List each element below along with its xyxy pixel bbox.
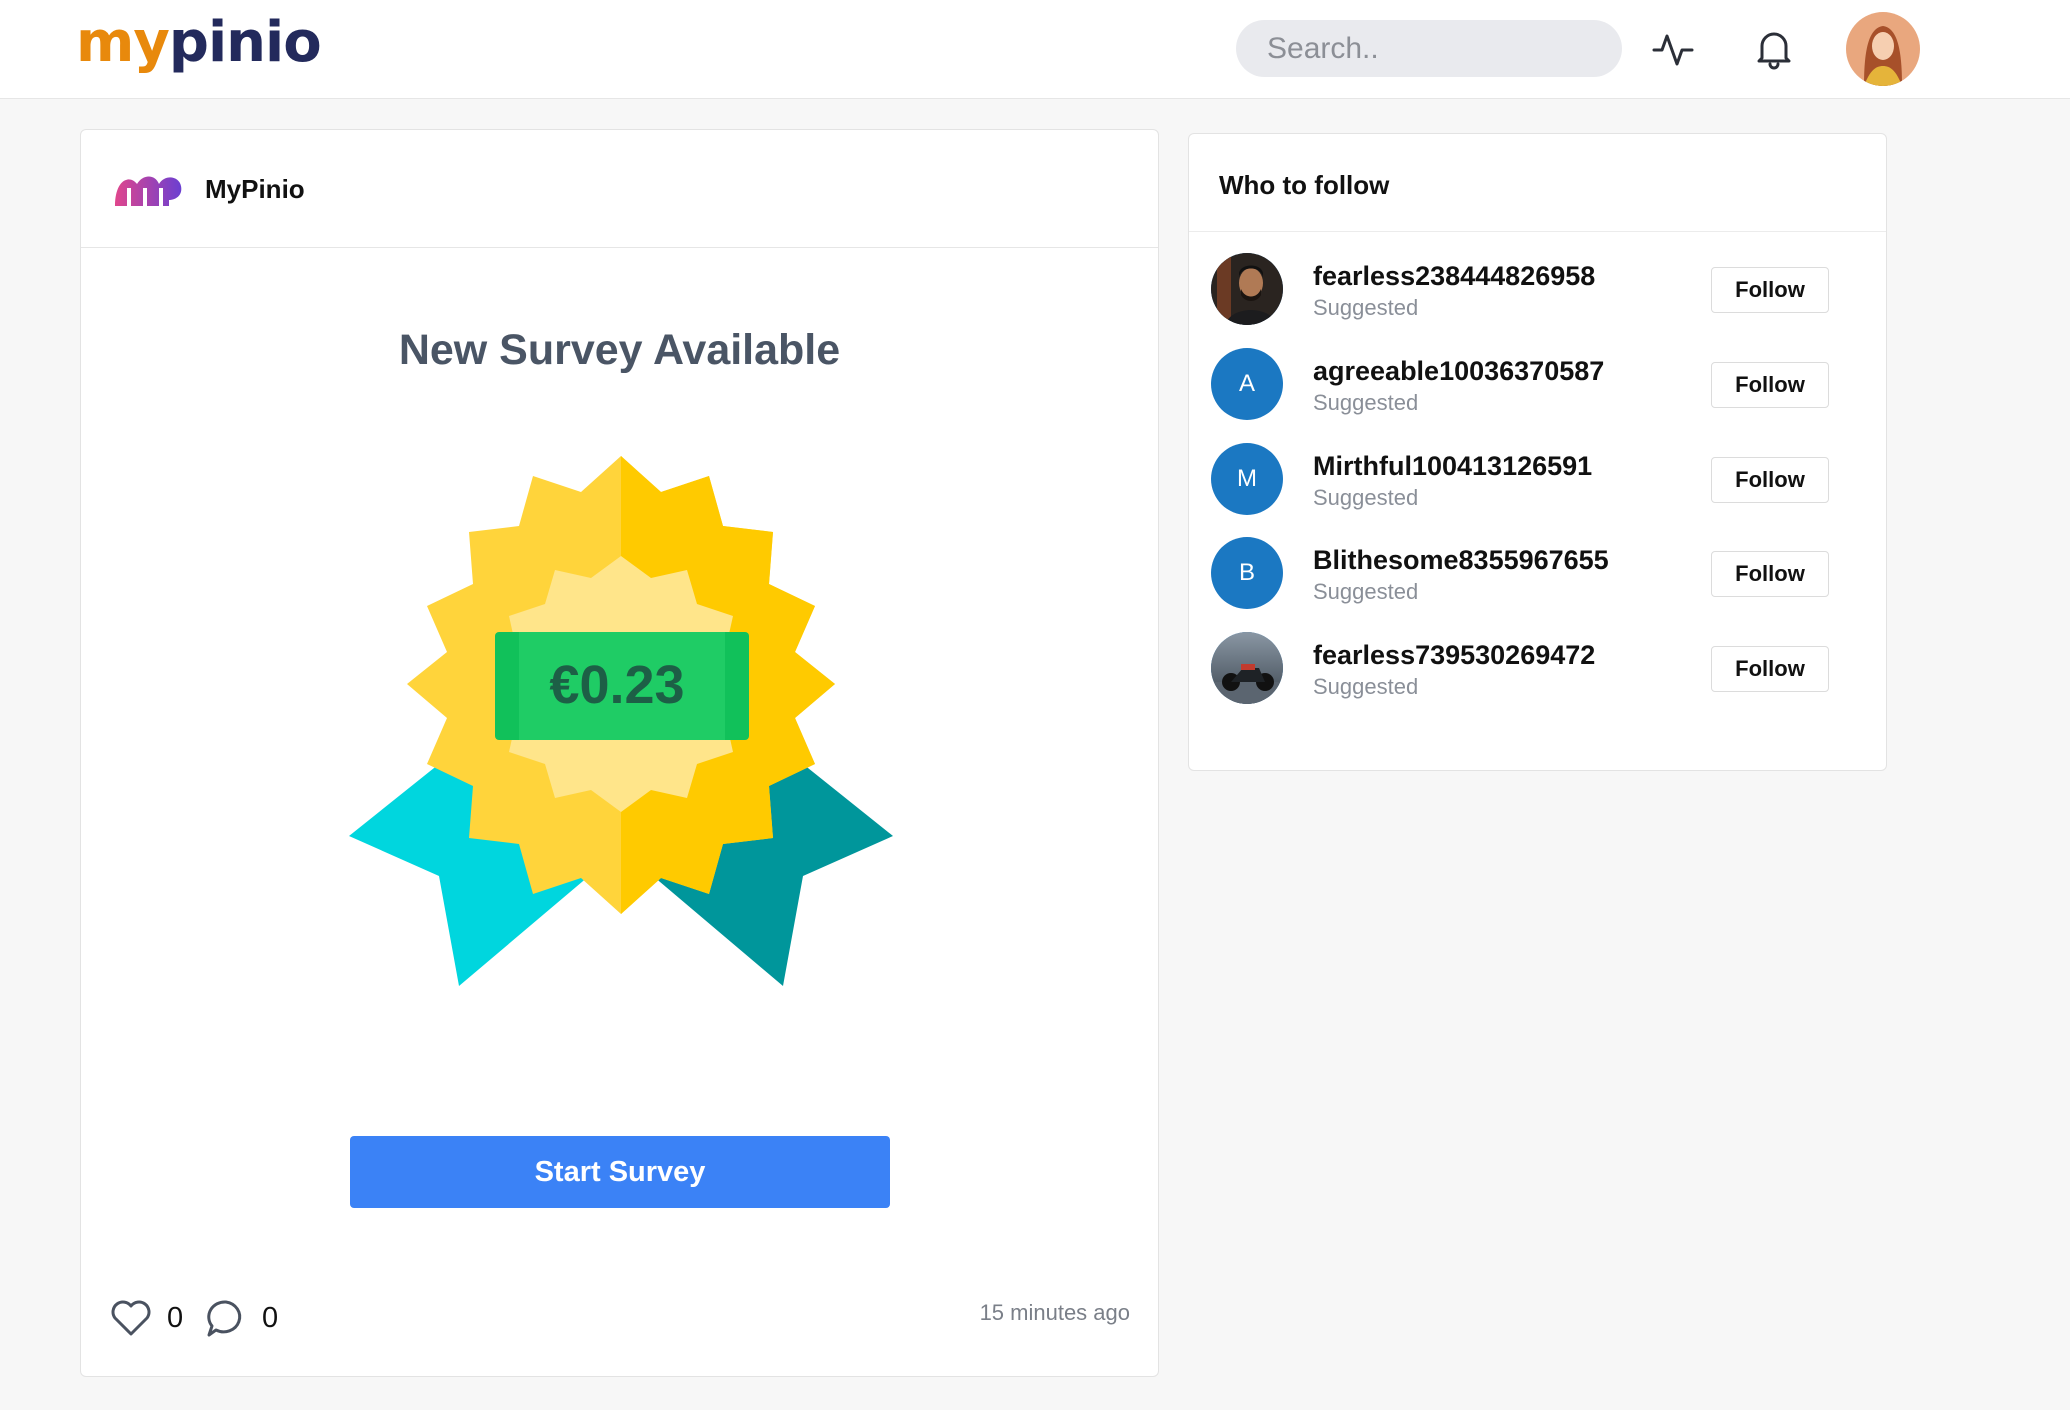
logo-text-my: my [76,10,170,75]
user-avatar[interactable]: B [1211,537,1283,609]
follow-button[interactable]: Follow [1711,551,1829,597]
post-timestamp: 15 minutes ago [979,1300,1130,1325]
follow-username[interactable]: Blithesome8355967655 [1313,545,1609,576]
follow-suggestion-item: A agreeable10036370587 Suggested Follow [1189,348,1886,420]
reward-badge-illustration [349,456,893,986]
follow-username[interactable]: agreeable10036370587 [1313,356,1604,387]
follow-username[interactable]: Mirthful100413126591 [1313,451,1592,482]
comment-count: 0 [262,1301,279,1334]
user-avatar[interactable] [1211,632,1283,704]
post-author[interactable]: MyPinio [205,174,305,205]
logo-text-pinio: pinio [168,10,322,75]
user-avatar[interactable] [1846,12,1920,86]
comment-action[interactable]: 0 [204,1296,278,1340]
activity-icon[interactable] [1648,24,1698,74]
user-avatar[interactable] [1211,253,1283,325]
post-header: MyPinio [81,130,1158,248]
survey-title: New Survey Available [398,326,841,374]
who-to-follow-header: Who to follow [1189,134,1886,232]
follow-subtitle: Suggested [1313,295,1419,320]
follow-subtitle: Suggested [1313,390,1419,415]
mypinio-brand-icon [115,176,182,208]
follow-subtitle: Suggested [1313,579,1419,604]
start-survey-button[interactable]: Start Survey [350,1136,890,1208]
follow-username[interactable]: fearless739530269472 [1313,640,1595,671]
mypinio-logo[interactable]: mypinio [76,8,322,78]
user-avatar[interactable]: A [1211,348,1283,420]
follow-button[interactable]: Follow [1711,646,1829,692]
reward-amount: €0.23 [549,655,685,715]
follow-suggestion-item: B Blithesome8355967655 Suggested Follow [1189,537,1886,609]
follow-button[interactable]: Follow [1711,362,1829,408]
follow-button[interactable]: Follow [1711,457,1829,503]
like-count: 0 [167,1301,184,1334]
who-to-follow-panel: Who to follow fearless238444826958 Sugge… [1188,133,1887,771]
like-action[interactable]: 0 [109,1296,183,1340]
user-avatar[interactable]: M [1211,443,1283,515]
follow-suggestion-item: fearless238444826958 Suggested Follow [1189,253,1886,325]
bell-icon[interactable] [1749,24,1799,74]
follow-subtitle: Suggested [1313,674,1419,699]
follow-suggestion-item: fearless739530269472 Suggested Follow [1189,632,1886,704]
who-to-follow-title: Who to follow [1219,170,1390,200]
follow-username[interactable]: fearless238444826958 [1313,261,1595,292]
comment-icon[interactable] [204,1296,248,1340]
survey-post-card: MyPinio New Survey Available €0.23 Start… [80,129,1159,1377]
follow-subtitle: Suggested [1313,485,1419,510]
top-navigation: mypinio [0,0,2070,99]
search-input[interactable] [1236,20,1622,77]
follow-suggestion-item: M Mirthful100413126591 Suggested Follow [1189,443,1886,515]
heart-icon[interactable] [109,1296,153,1340]
follow-button[interactable]: Follow [1711,267,1829,313]
